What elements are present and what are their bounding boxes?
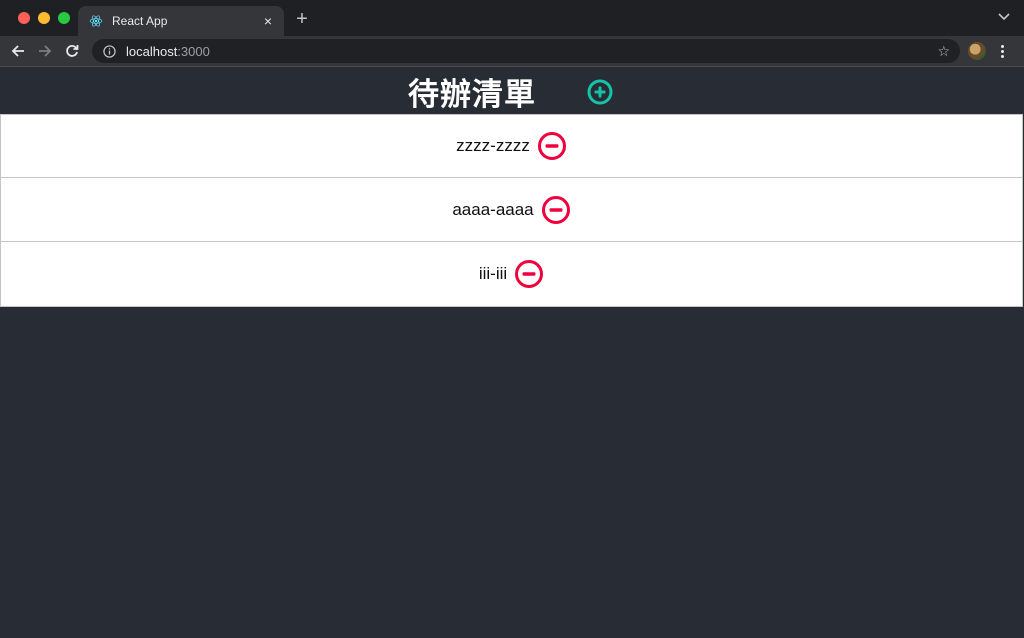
close-window-button[interactable]: [18, 12, 30, 24]
minus-circle-icon: [515, 260, 544, 288]
list-item: aaaa-aaaa: [0, 178, 1023, 242]
minimize-window-button[interactable]: [38, 12, 50, 24]
forward-button[interactable]: [36, 42, 54, 60]
plus-circle-icon: [587, 79, 613, 105]
todo-text: zzzz-zzzz: [456, 136, 530, 155]
url-host: localhost: [126, 43, 178, 59]
url-port: :3000: [177, 43, 210, 59]
info-icon[interactable]: [102, 44, 116, 58]
todo-text: aaaa-aaaa: [452, 199, 534, 219]
back-button[interactable]: [9, 42, 27, 60]
address-bar[interactable]: localhost :3000 ☆: [92, 39, 960, 63]
browser-toolbar: localhost :3000 ☆: [0, 36, 1024, 67]
tab-search-chevron-icon[interactable]: [998, 10, 1010, 24]
browser-menu-icon[interactable]: [998, 42, 1006, 60]
todo-list: zzzz-zzzz aaaa-aaaa iii-iii: [0, 114, 1024, 307]
maximize-window-button[interactable]: [58, 12, 70, 24]
page-title: 待辦清單: [408, 77, 536, 112]
tab-close-icon[interactable]: ×: [260, 13, 276, 29]
app-header: 待辦清單: [0, 67, 1024, 114]
profile-avatar[interactable]: [968, 42, 986, 60]
remove-todo-button[interactable]: [537, 131, 567, 161]
browser-window: React App × + localhost :3000 ☆ 待辦清單 zzz…: [0, 0, 1024, 638]
bookmark-star-icon[interactable]: ☆: [937, 43, 950, 60]
window-controls: [18, 12, 70, 24]
add-todo-button[interactable]: [586, 78, 614, 106]
list-item: zzzz-zzzz: [0, 114, 1023, 178]
react-icon: [88, 13, 104, 29]
new-tab-button[interactable]: +: [292, 9, 312, 29]
todo-text: iii-iii: [478, 264, 508, 283]
browser-tab[interactable]: React App ×: [78, 6, 284, 36]
list-item: iii-iii: [0, 242, 1023, 307]
minus-circle-icon: [537, 132, 566, 160]
minus-circle-icon: [541, 195, 570, 224]
remove-todo-button[interactable]: [541, 195, 571, 225]
title-bar: React App × +: [0, 0, 1024, 36]
tab-title: React App: [112, 14, 168, 28]
remove-todo-button[interactable]: [514, 259, 544, 289]
reload-button[interactable]: [63, 42, 81, 60]
app-page: 待辦清單 zzzz-zzzz aaaa-aaaa iii-iii: [0, 67, 1024, 638]
